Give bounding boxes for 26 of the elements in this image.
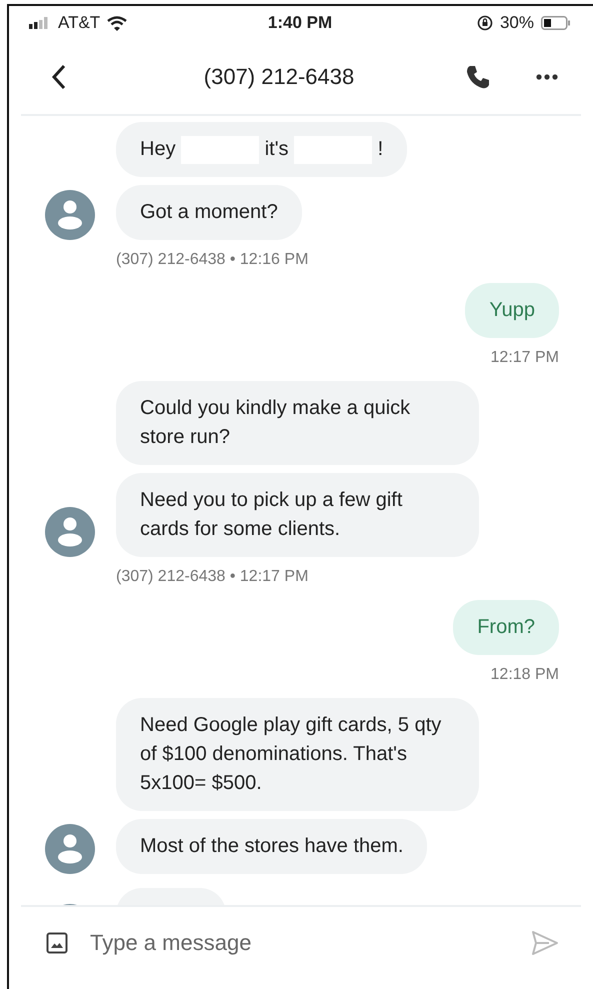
message-meta: (307) 212-6438 • 12:16 PM (116, 251, 310, 269)
image-icon[interactable] (46, 932, 68, 954)
message-field[interactable]: Type a message (90, 930, 509, 956)
message-bubble: Hey it's ! (116, 122, 408, 177)
message-meta: 12:18 PM (490, 666, 559, 684)
more-icon[interactable] (535, 73, 559, 81)
wifi-icon (107, 16, 128, 30)
message-meta: 12:17 PM (490, 349, 559, 367)
conversation-title: (307) 212-6438 (202, 64, 356, 90)
rotation-lock-icon (476, 15, 493, 31)
battery-percent: 30% (500, 13, 534, 33)
phone-icon[interactable] (465, 64, 491, 90)
message-bubble: Need Google play gift cards, 5 qty of $100 denominations. That's 5x100= $500. (116, 698, 479, 811)
avatar-icon (45, 190, 95, 240)
avatar-icon (45, 824, 95, 874)
message-bubble: Got a moment? (116, 185, 302, 240)
status-time: 1:40 PM (268, 13, 332, 33)
carrier-name: AT&T (58, 13, 100, 33)
battery-icon (541, 16, 571, 30)
message-bubble: From? (453, 600, 559, 655)
message-bubble: Yupp (465, 283, 559, 338)
message-bubble: Most of the stores have them. (116, 819, 428, 874)
message-bubble: Could you kindly make a quick store run? (116, 381, 479, 465)
message-meta: (307) 212-6438 • 12:17 PM (116, 568, 310, 586)
message-bubble: Need you to pick up a few gift cards for some clients. (116, 473, 479, 557)
avatar-icon (45, 507, 95, 557)
